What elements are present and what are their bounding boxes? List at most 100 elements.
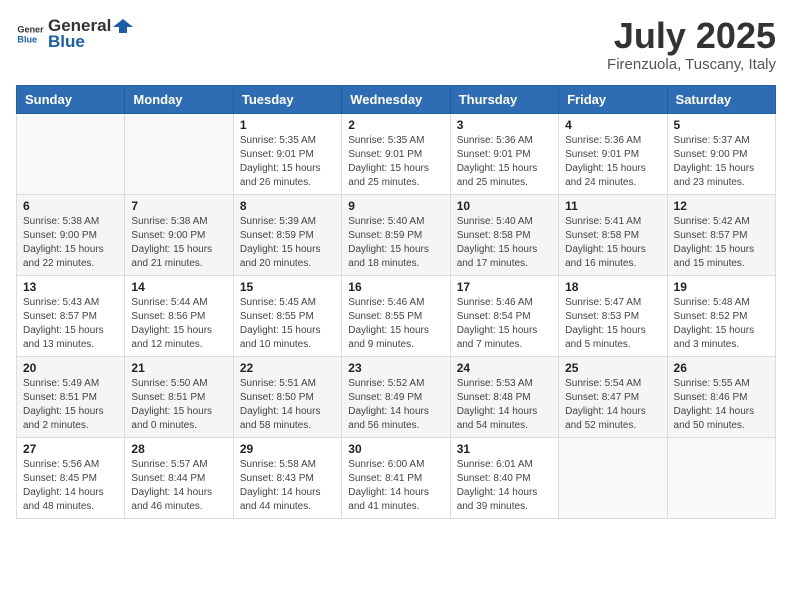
day-detail: Sunrise: 5:54 AMSunset: 8:47 PMDaylight:…: [565, 377, 660, 433]
calendar-cell-w1-d4: 2 Sunrise: 5:35 AMSunset: 9:01 PMDaylight…: [342, 113, 450, 194]
day-number: 2: [348, 118, 443, 132]
day-number: 10: [457, 199, 552, 213]
day-number: 27: [23, 442, 118, 456]
calendar-cell-w2-d1: 6 Sunrise: 5:38 AMSunset: 9:00 PMDaylight…: [17, 194, 125, 275]
calendar-cell-w1-d3: 1Sunrise: 5:35 AMSunset: 9:01 PMDaylight…: [233, 113, 341, 194]
calendar-cell-w2-d6: 11 Sunrise: 5:41 AMSunset: 8:58 PMDayligh…: [559, 194, 667, 275]
day-number: 12: [674, 199, 769, 213]
calendar-table: Sunday Monday Tuesday Wednesday Thursday…: [16, 85, 776, 519]
calendar-cell-w4-d7: 26 Sunrise: 5:55 AMSunset: 8:46 PMDayligh…: [667, 356, 775, 437]
calendar-cell-w3-d2: 14 Sunrise: 5:44 AMSunset: 8:56 PMDayligh…: [125, 275, 233, 356]
day-detail: Sunrise: 6:01 AMSunset: 8:40 PMDaylight:…: [457, 458, 552, 514]
day-number: 16: [348, 280, 443, 294]
logo-icon: General Blue: [16, 20, 44, 48]
calendar-cell-w3-d3: 15Sunrise: 5:45 AMSunset: 8:55 PMDayligh…: [233, 275, 341, 356]
calendar-cell-w4-d2: 21 Sunrise: 5:50 AMSunset: 8:51 PMDayligh…: [125, 356, 233, 437]
header-thursday: Thursday: [450, 85, 558, 113]
day-number: 18: [565, 280, 660, 294]
calendar-week-2: 6 Sunrise: 5:38 AMSunset: 9:00 PMDaylight…: [17, 194, 776, 275]
calendar-cell-w5-d5: 31 Sunrise: 6:01 AMSunset: 8:40 PMDayligh…: [450, 437, 558, 518]
day-detail: Sunrise: 5:48 AMSunset: 8:52 PMDaylight:…: [674, 296, 769, 352]
calendar-week-3: 13 Sunrise: 5:43 AMSunset: 8:57 PMDayligh…: [17, 275, 776, 356]
day-detail: Sunrise: 5:57 AMSunset: 8:44 PMDaylight:…: [131, 458, 226, 514]
calendar-cell-w5-d7: [667, 437, 775, 518]
day-number: 19: [674, 280, 769, 294]
calendar-cell-w3-d1: 13 Sunrise: 5:43 AMSunset: 8:57 PMDayligh…: [17, 275, 125, 356]
day-detail: Sunrise: 5:43 AMSunset: 8:57 PMDaylight:…: [23, 296, 118, 352]
day-number: 7: [131, 199, 226, 213]
calendar-cell-w5-d2: 28 Sunrise: 5:57 AMSunset: 8:44 PMDayligh…: [125, 437, 233, 518]
calendar-cell-w5-d1: 27 Sunrise: 5:56 AMSunset: 8:45 PMDayligh…: [17, 437, 125, 518]
day-number: 30: [348, 442, 443, 456]
day-detail: Sunrise: 5:39 AMSunset: 8:59 PMDaylight:…: [240, 215, 335, 271]
header-tuesday: Tuesday: [233, 85, 341, 113]
calendar-cell-w3-d7: 19 Sunrise: 5:48 AMSunset: 8:52 PMDayligh…: [667, 275, 775, 356]
day-number: 8: [240, 199, 335, 213]
day-number: 24: [457, 361, 552, 375]
day-detail: Sunrise: 5:41 AMSunset: 8:58 PMDaylight:…: [565, 215, 660, 271]
header-wednesday: Wednesday: [342, 85, 450, 113]
calendar-cell-w3-d4: 16 Sunrise: 5:46 AMSunset: 8:55 PMDayligh…: [342, 275, 450, 356]
calendar-cell-w2-d5: 10 Sunrise: 5:40 AMSunset: 8:58 PMDayligh…: [450, 194, 558, 275]
day-number: 14: [131, 280, 226, 294]
calendar-cell-w5-d6: [559, 437, 667, 518]
day-number: 28: [131, 442, 226, 456]
day-detail: Sunrise: 5:36 AMSunset: 9:01 PMDaylight:…: [457, 134, 552, 190]
logo: General Blue General Blue: [16, 16, 135, 52]
day-detail: Sunrise: 5:37 AMSunset: 9:00 PMDaylight:…: [674, 134, 769, 190]
header-monday: Monday: [125, 85, 233, 113]
day-detail: Sunrise: 5:49 AMSunset: 8:51 PMDaylight:…: [23, 377, 118, 433]
location-subtitle: Firenzuola, Tuscany, Italy: [607, 56, 776, 73]
day-detail: Sunrise: 5:46 AMSunset: 8:55 PMDaylight:…: [348, 296, 443, 352]
day-number: 4: [565, 118, 660, 132]
calendar-cell-w1-d7: 5 Sunrise: 5:37 AMSunset: 9:00 PMDaylight…: [667, 113, 775, 194]
day-detail: Sunrise: 5:52 AMSunset: 8:49 PMDaylight:…: [348, 377, 443, 433]
day-detail: Sunrise: 5:35 AMSunset: 9:01 PMDaylight:…: [348, 134, 443, 190]
calendar-cell-w1-d2: [125, 113, 233, 194]
calendar-cell-w2-d3: 8 Sunrise: 5:39 AMSunset: 8:59 PMDaylight…: [233, 194, 341, 275]
calendar-week-4: 20Sunrise: 5:49 AMSunset: 8:51 PMDayligh…: [17, 356, 776, 437]
day-detail: Sunrise: 5:35 AMSunset: 9:01 PMDaylight:…: [240, 134, 335, 190]
day-number: 6: [23, 199, 118, 213]
day-number: 26: [674, 361, 769, 375]
day-number: 3: [457, 118, 552, 132]
calendar-week-1: 1Sunrise: 5:35 AMSunset: 9:01 PMDaylight…: [17, 113, 776, 194]
day-detail: Sunrise: 5:40 AMSunset: 8:58 PMDaylight:…: [457, 215, 552, 271]
day-detail: Sunrise: 5:36 AMSunset: 9:01 PMDaylight:…: [565, 134, 660, 190]
calendar-header-row: Sunday Monday Tuesday Wednesday Thursday…: [17, 85, 776, 113]
calendar-cell-w2-d7: 12Sunrise: 5:42 AMSunset: 8:57 PMDayligh…: [667, 194, 775, 275]
day-detail: Sunrise: 5:55 AMSunset: 8:46 PMDaylight:…: [674, 377, 769, 433]
day-detail: Sunrise: 5:44 AMSunset: 8:56 PMDaylight:…: [131, 296, 226, 352]
day-detail: Sunrise: 5:46 AMSunset: 8:54 PMDaylight:…: [457, 296, 552, 352]
calendar-week-5: 27 Sunrise: 5:56 AMSunset: 8:45 PMDayligh…: [17, 437, 776, 518]
calendar-cell-w5-d4: 30Sunrise: 6:00 AMSunset: 8:41 PMDayligh…: [342, 437, 450, 518]
day-detail: Sunrise: 5:38 AMSunset: 9:00 PMDaylight:…: [131, 215, 226, 271]
day-detail: Sunrise: 5:50 AMSunset: 8:51 PMDaylight:…: [131, 377, 226, 433]
day-detail: Sunrise: 5:38 AMSunset: 9:00 PMDaylight:…: [23, 215, 118, 271]
calendar-cell-w1-d6: 4 Sunrise: 5:36 AMSunset: 9:01 PMDaylight…: [559, 113, 667, 194]
day-number: 25: [565, 361, 660, 375]
svg-text:Blue: Blue: [17, 34, 37, 44]
calendar-cell-w4-d3: 22Sunrise: 5:51 AMSunset: 8:50 PMDayligh…: [233, 356, 341, 437]
calendar-cell-w4-d6: 25 Sunrise: 5:54 AMSunset: 8:47 PMDayligh…: [559, 356, 667, 437]
day-number: 23: [348, 361, 443, 375]
day-number: 21: [131, 361, 226, 375]
day-number: 5: [674, 118, 769, 132]
day-detail: Sunrise: 5:56 AMSunset: 8:45 PMDaylight:…: [23, 458, 118, 514]
calendar-cell-w4-d5: 24Sunrise: 5:53 AMSunset: 8:48 PMDayligh…: [450, 356, 558, 437]
day-number: 13: [23, 280, 118, 294]
day-number: 17: [457, 280, 552, 294]
day-number: 29: [240, 442, 335, 456]
day-number: 11: [565, 199, 660, 213]
day-detail: Sunrise: 5:51 AMSunset: 8:50 PMDaylight:…: [240, 377, 335, 433]
calendar-cell-w2-d4: 9 Sunrise: 5:40 AMSunset: 8:59 PMDaylight…: [342, 194, 450, 275]
header-sunday: Sunday: [17, 85, 125, 113]
day-number: 9: [348, 199, 443, 213]
day-detail: Sunrise: 5:45 AMSunset: 8:55 PMDaylight:…: [240, 296, 335, 352]
day-detail: Sunrise: 5:40 AMSunset: 8:59 PMDaylight:…: [348, 215, 443, 271]
header-friday: Friday: [559, 85, 667, 113]
header-saturday: Saturday: [667, 85, 775, 113]
calendar-cell-w1-d1: [17, 113, 125, 194]
svg-text:General: General: [17, 25, 44, 35]
day-number: 31: [457, 442, 552, 456]
